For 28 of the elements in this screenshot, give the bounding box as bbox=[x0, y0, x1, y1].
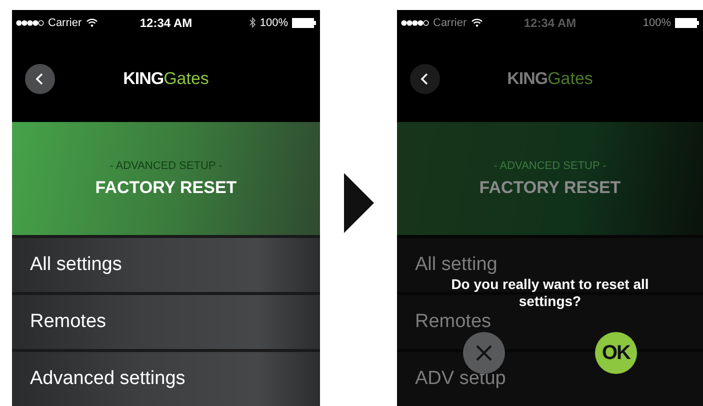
battery-icon bbox=[292, 18, 316, 28]
chevron-left-icon bbox=[420, 72, 430, 86]
wifi-icon bbox=[86, 18, 98, 27]
wifi-icon bbox=[470, 18, 483, 27]
logo: KINGGates bbox=[123, 68, 209, 88]
close-icon bbox=[475, 344, 493, 362]
menu-item[interactable]: Advanced settings bbox=[12, 349, 320, 406]
menu-item[interactable]: All settings bbox=[12, 235, 320, 292]
banner-title: FACTORY RESET bbox=[479, 178, 621, 198]
carrier-label: Carrier bbox=[48, 16, 82, 28]
right-arrow-icon bbox=[344, 173, 374, 233]
back-button[interactable] bbox=[25, 64, 55, 94]
banner-title: FACTORY RESET bbox=[95, 178, 237, 198]
battery-label: 100% bbox=[260, 16, 288, 28]
logo: KINGGates bbox=[507, 68, 593, 88]
time-label: 12:34 AM bbox=[524, 16, 576, 30]
chevron-left-icon bbox=[35, 72, 45, 86]
time-label: 12:34 AM bbox=[140, 16, 192, 30]
battery-icon bbox=[675, 18, 699, 28]
carrier-label: Carrier bbox=[433, 16, 467, 28]
signal-icon bbox=[401, 20, 429, 26]
battery-label: 100% bbox=[642, 16, 671, 28]
banner-subtitle: - ADVANCED SETUP - bbox=[110, 160, 222, 172]
banner-subtitle: - ADVANCED SETUP - bbox=[494, 160, 606, 172]
dialog-question: Do you really want to reset all settings? bbox=[450, 276, 650, 310]
signal-icon bbox=[16, 20, 44, 26]
menu-item[interactable]: Remotes bbox=[12, 292, 320, 349]
back-button[interactable] bbox=[410, 64, 440, 94]
